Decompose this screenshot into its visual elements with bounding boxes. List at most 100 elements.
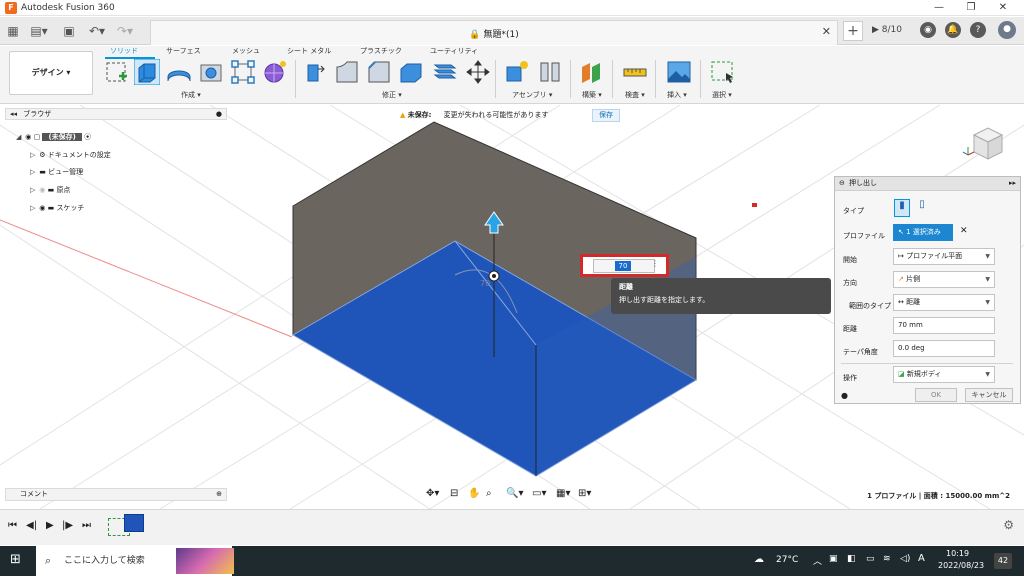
apps-grid-icon[interactable]: ▦ xyxy=(4,21,22,41)
dimension-field[interactable]: 70 xyxy=(593,259,655,273)
extrude-icon[interactable] xyxy=(134,59,160,85)
info-icon[interactable]: ● xyxy=(841,391,848,400)
weather-temp[interactable]: 27°C xyxy=(776,555,798,565)
viewcube[interactable] xyxy=(960,119,1012,167)
shell-icon[interactable] xyxy=(398,59,424,85)
start-select[interactable]: ↦ プロファイル平面 ▼ xyxy=(893,248,995,265)
eye-icon[interactable]: ◉ xyxy=(25,133,31,141)
ime-indicator[interactable]: A xyxy=(918,553,925,564)
browser-item-sketches[interactable]: ▷ ◉ ▬ スケッチ xyxy=(30,201,84,215)
dialog-expand-icon[interactable]: ▸▸ xyxy=(1009,177,1016,190)
new-component-icon[interactable] xyxy=(504,59,530,85)
eye-icon[interactable]: ◉ xyxy=(39,204,45,212)
close-window-button[interactable]: ✕ xyxy=(988,0,1018,16)
viewports-icon[interactable]: ⊞▾ xyxy=(578,488,591,499)
cancel-button[interactable]: キャンセル xyxy=(965,388,1013,402)
pattern-icon[interactable] xyxy=(230,59,256,85)
orbit-icon[interactable]: ✥▾ xyxy=(426,488,439,499)
add-comment-icon[interactable]: ⊕ xyxy=(216,489,222,500)
display-settings-icon[interactable]: ▭▾ xyxy=(532,488,546,499)
timeline-extrude-item[interactable] xyxy=(124,514,144,532)
dimension-value[interactable]: 70 xyxy=(615,261,631,271)
tab-plastic[interactable]: プラスチック xyxy=(360,46,402,56)
help-icon[interactable]: ? xyxy=(970,22,986,38)
create-group-label[interactable]: 作成 ▾ xyxy=(181,90,201,100)
close-tab-icon[interactable]: ✕ xyxy=(822,25,831,38)
dimension-menu-icon[interactable]: ⋮ xyxy=(651,259,659,268)
minimize-button[interactable]: — xyxy=(924,0,954,16)
expand-icon[interactable]: ▷ xyxy=(30,201,37,215)
step-forward-icon[interactable]: |▶ xyxy=(62,520,73,531)
press-pull-icon[interactable] xyxy=(302,59,328,85)
browser-item-origin[interactable]: ▷ ◉ ▬ 原点 xyxy=(30,183,70,197)
taper-input[interactable]: 0.0 deg xyxy=(893,340,995,357)
construct-plane-icon[interactable] xyxy=(578,59,604,85)
profile-selection[interactable]: ↖ 1 選択済み xyxy=(893,224,953,241)
save-icon[interactable]: ▣ xyxy=(60,21,78,41)
step-back-icon[interactable]: ◀| xyxy=(26,520,37,531)
browser-item-doc-settings[interactable]: ▷ ⚙ ドキュメントの設定 xyxy=(30,148,111,162)
browser-panel-header[interactable]: ◂◂ ブラウザ ● xyxy=(5,108,227,120)
extrude-dialog-header[interactable]: ⊖ 押し出し ▸▸ xyxy=(835,177,1020,191)
construct-group-label[interactable]: 構築 ▾ xyxy=(582,90,602,100)
expand-icon[interactable]: ▷ xyxy=(30,183,37,197)
go-to-start-icon[interactable]: ⏮ xyxy=(8,520,17,531)
expand-icon[interactable]: ▷ xyxy=(30,148,37,162)
zoom-icon[interactable]: 🔍▾ xyxy=(506,488,523,499)
type-thin-icon[interactable]: ▯ xyxy=(914,199,930,217)
taskbar-search[interactable]: ⌕ ここに入力して検索 xyxy=(36,546,234,576)
measure-icon[interactable] xyxy=(622,59,648,85)
ok-button[interactable]: OK xyxy=(915,388,957,402)
fillet-icon[interactable] xyxy=(334,59,360,85)
zoom-window-icon[interactable]: ⌕ xyxy=(486,488,492,499)
tab-sheet-metal[interactable]: シート メタル xyxy=(287,46,331,56)
notification-badge[interactable]: 42 xyxy=(994,553,1012,569)
job-status[interactable]: ▶ 8/10 xyxy=(872,25,902,35)
clock-date[interactable]: 2022/08/23 xyxy=(938,561,984,570)
wifi-icon[interactable]: ≋ xyxy=(883,554,891,564)
new-tab-button[interactable]: + xyxy=(843,21,863,41)
combine-icon[interactable] xyxy=(432,59,458,85)
browser-root-item[interactable]: ◢ ◉ ▢ (未保存) ⦿ xyxy=(16,130,91,144)
document-tab[interactable]: 🔒 無題*(1) ✕ xyxy=(150,20,838,45)
pan-icon[interactable]: ✋ xyxy=(468,488,480,499)
save-button[interactable]: 保存 xyxy=(592,109,620,122)
windows-start-icon[interactable]: ⊞ xyxy=(10,552,21,567)
joint-icon[interactable] xyxy=(537,59,563,85)
chamfer-icon[interactable] xyxy=(366,59,392,85)
tray-expand-icon[interactable]: ︿ xyxy=(813,554,822,567)
revolve-icon[interactable] xyxy=(166,59,192,85)
volume-icon[interactable]: ◁) xyxy=(900,554,910,564)
grid-icon[interactable]: ▦▾ xyxy=(556,488,570,499)
distance-dimension-input[interactable]: 70 ⋮ xyxy=(580,254,669,277)
form-icon[interactable] xyxy=(262,59,288,85)
tab-surface[interactable]: サーフェス xyxy=(166,46,201,56)
tray-meet-icon[interactable]: ◧ xyxy=(847,554,856,564)
file-menu-icon[interactable]: ▤▾ xyxy=(28,21,50,41)
tab-solid[interactable]: ソリッド xyxy=(110,46,138,56)
activate-radio-icon[interactable]: ⦿ xyxy=(84,133,91,141)
redo-icon[interactable]: ↷▾ xyxy=(114,21,136,41)
select-group-label[interactable]: 選択 ▾ xyxy=(712,90,732,100)
insert-group-label[interactable]: 挿入 ▾ xyxy=(667,90,687,100)
move-icon[interactable] xyxy=(465,59,491,85)
viewport[interactable]: 70 ◂◂ ブラウザ ● ◢ ◉ ▢ (未保存) ⦿ ▷ ⚙ ドキュメントの設定… xyxy=(0,105,1024,509)
tab-utility[interactable]: ユーティリティ xyxy=(430,46,478,56)
play-icon[interactable]: ▶ xyxy=(46,520,54,531)
undo-icon[interactable]: ↶▾ xyxy=(86,21,108,41)
type-solid-icon[interactable]: ▮ xyxy=(894,199,910,217)
restore-button[interactable]: ❐ xyxy=(956,0,986,16)
look-at-icon[interactable]: ⊟ xyxy=(450,488,458,499)
workspace-switcher[interactable]: デザイン ▾ xyxy=(9,51,93,95)
modify-group-label[interactable]: 修正 ▾ xyxy=(382,90,402,100)
extent-type-select[interactable]: ↔ 距離 ▼ xyxy=(893,294,995,311)
clear-selection-icon[interactable]: ✕ xyxy=(960,226,968,236)
operation-select[interactable]: ◪ 新規ボディ ▼ xyxy=(893,366,995,383)
assemble-group-label[interactable]: アセンブリ ▾ xyxy=(512,90,552,100)
dialog-collapse-icon[interactable]: ⊖ xyxy=(839,177,845,190)
notifications-icon[interactable]: 🔔 xyxy=(945,22,961,38)
distance-input[interactable]: 70 mm xyxy=(893,317,995,334)
select-icon[interactable] xyxy=(710,59,736,85)
search-highlight-image[interactable] xyxy=(176,548,234,574)
avatar[interactable]: ● xyxy=(998,21,1016,39)
